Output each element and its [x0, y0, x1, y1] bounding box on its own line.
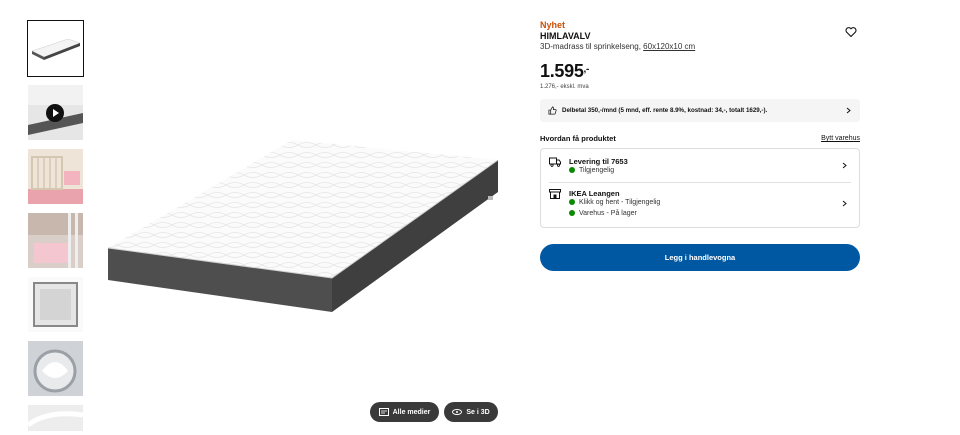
truck-icon	[549, 157, 561, 167]
change-store-link[interactable]: Bytt varehus	[821, 135, 860, 142]
click-collect-text: Klikk og hent - Tilgjengelig	[579, 199, 661, 206]
store-icon	[549, 189, 561, 199]
product-description: 3D-madrass til sprinkelseng, 60x120x10 c…	[540, 42, 860, 51]
in-store-text: Varehus - På lager	[579, 210, 637, 217]
thumbnail-crib-room[interactable]	[28, 149, 83, 204]
thumbnail-mattress-top[interactable]	[28, 277, 83, 332]
favorite-heart-icon[interactable]	[845, 26, 857, 38]
view-3d-button[interactable]: Se i 3D	[444, 402, 498, 422]
in-stock-dot	[569, 210, 575, 216]
store-option[interactable]: IKEA Leangen Klikk og hent - Tilgjengeli…	[541, 189, 859, 223]
all-media-label: Alle medier	[392, 408, 431, 416]
product-dimensions-link[interactable]: 60x120x10 cm	[643, 42, 695, 51]
available-dot	[569, 199, 575, 205]
divider	[549, 182, 851, 183]
chevron-right-icon	[846, 107, 851, 114]
delivery-status-text: Tilgjengelig	[579, 167, 615, 174]
product-type: 3D-madrass til sprinkelseng,	[540, 42, 641, 51]
view-3d-label: Se i 3D	[466, 408, 490, 416]
add-to-cart-button[interactable]: Legg i handlevogna	[540, 244, 860, 271]
all-media-button[interactable]: Alle medier	[370, 402, 439, 422]
thumbnail-crib-detail[interactable]	[28, 213, 83, 268]
click-collect-status: Klikk og hent - Tilgjengelig	[569, 199, 660, 206]
delivery-status: Tilgjengelig	[569, 167, 614, 174]
thumbnail-washing-machine[interactable]	[28, 341, 83, 396]
fulfilment-heading: Hvordan få produktet	[540, 134, 616, 143]
new-badge: Nyhet	[540, 20, 566, 30]
store-title: IKEA Leangen	[569, 189, 620, 198]
chevron-right-icon	[842, 162, 847, 169]
financing-text: Delbetal 350,-/mnd (5 mnd, eff. rente 8.…	[562, 107, 768, 114]
play-icon	[46, 104, 64, 122]
main-product-image[interactable]	[100, 120, 510, 320]
price-main: 1.595	[540, 61, 584, 81]
rotate-3d-icon	[452, 409, 463, 415]
gallery-icon	[378, 408, 389, 416]
price-suffix: ,-	[583, 64, 590, 75]
fulfilment-header: Hvordan få produktet Bytt varehus	[540, 134, 860, 143]
product-info-panel: Nyhet HIMLAVALV 3D-madrass til sprinkels…	[540, 20, 860, 271]
price-ex-vat: 1.276,- ekskl. mva	[540, 84, 589, 90]
thumbnail-fabric[interactable]	[28, 405, 83, 431]
financing-banner[interactable]: Delbetal 350,-/mnd (5 mnd, eff. rente 8.…	[540, 99, 860, 122]
in-store-status: Varehus - På lager	[569, 210, 637, 217]
available-dot	[569, 167, 575, 173]
thumbnail-mattress[interactable]	[27, 20, 84, 77]
thumbs-up-icon	[548, 106, 557, 115]
chevron-right-icon	[842, 200, 847, 207]
delivery-option[interactable]: Levering til 7653 Tilgjengelig	[541, 157, 859, 181]
thumbnail-video[interactable]	[28, 85, 83, 140]
delivery-title: Levering til 7653	[569, 157, 628, 166]
fulfilment-options: Levering til 7653 Tilgjengelig IKEA Lean…	[540, 148, 860, 228]
product-price: 1.595,-	[540, 61, 860, 82]
product-name: HIMLAVALV	[540, 31, 591, 41]
